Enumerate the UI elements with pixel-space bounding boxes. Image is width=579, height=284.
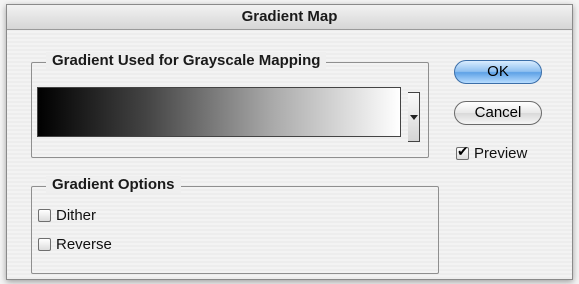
reverse-checkbox-row[interactable]: Reverse (38, 236, 112, 253)
reverse-label: Reverse (56, 236, 112, 253)
cancel-button[interactable]: Cancel (454, 101, 542, 125)
dialog-title: Gradient Map (7, 5, 572, 30)
dither-checkbox-row[interactable]: Dither (38, 207, 96, 224)
dither-label: Dither (56, 207, 97, 224)
preview-checkbox-row[interactable]: Preview (456, 144, 528, 162)
gradient-map-dialog: Gradient Map Gradient Used for Grayscale… (6, 4, 573, 280)
preview-label: Preview (474, 145, 528, 162)
preview-checkbox[interactable] (456, 144, 469, 160)
ok-button[interactable]: OK (454, 60, 542, 84)
dither-checkbox[interactable] (38, 209, 51, 222)
gradient-options-group: Gradient Options (31, 176, 439, 274)
gradient-group-legend: Gradient Used for Grayscale Mapping (46, 52, 327, 69)
gradient-options-legend: Gradient Options (46, 176, 181, 193)
gradient-picker-dropdown[interactable] (408, 92, 420, 142)
gradient-preview[interactable] (37, 87, 401, 137)
reverse-checkbox[interactable] (38, 238, 51, 251)
